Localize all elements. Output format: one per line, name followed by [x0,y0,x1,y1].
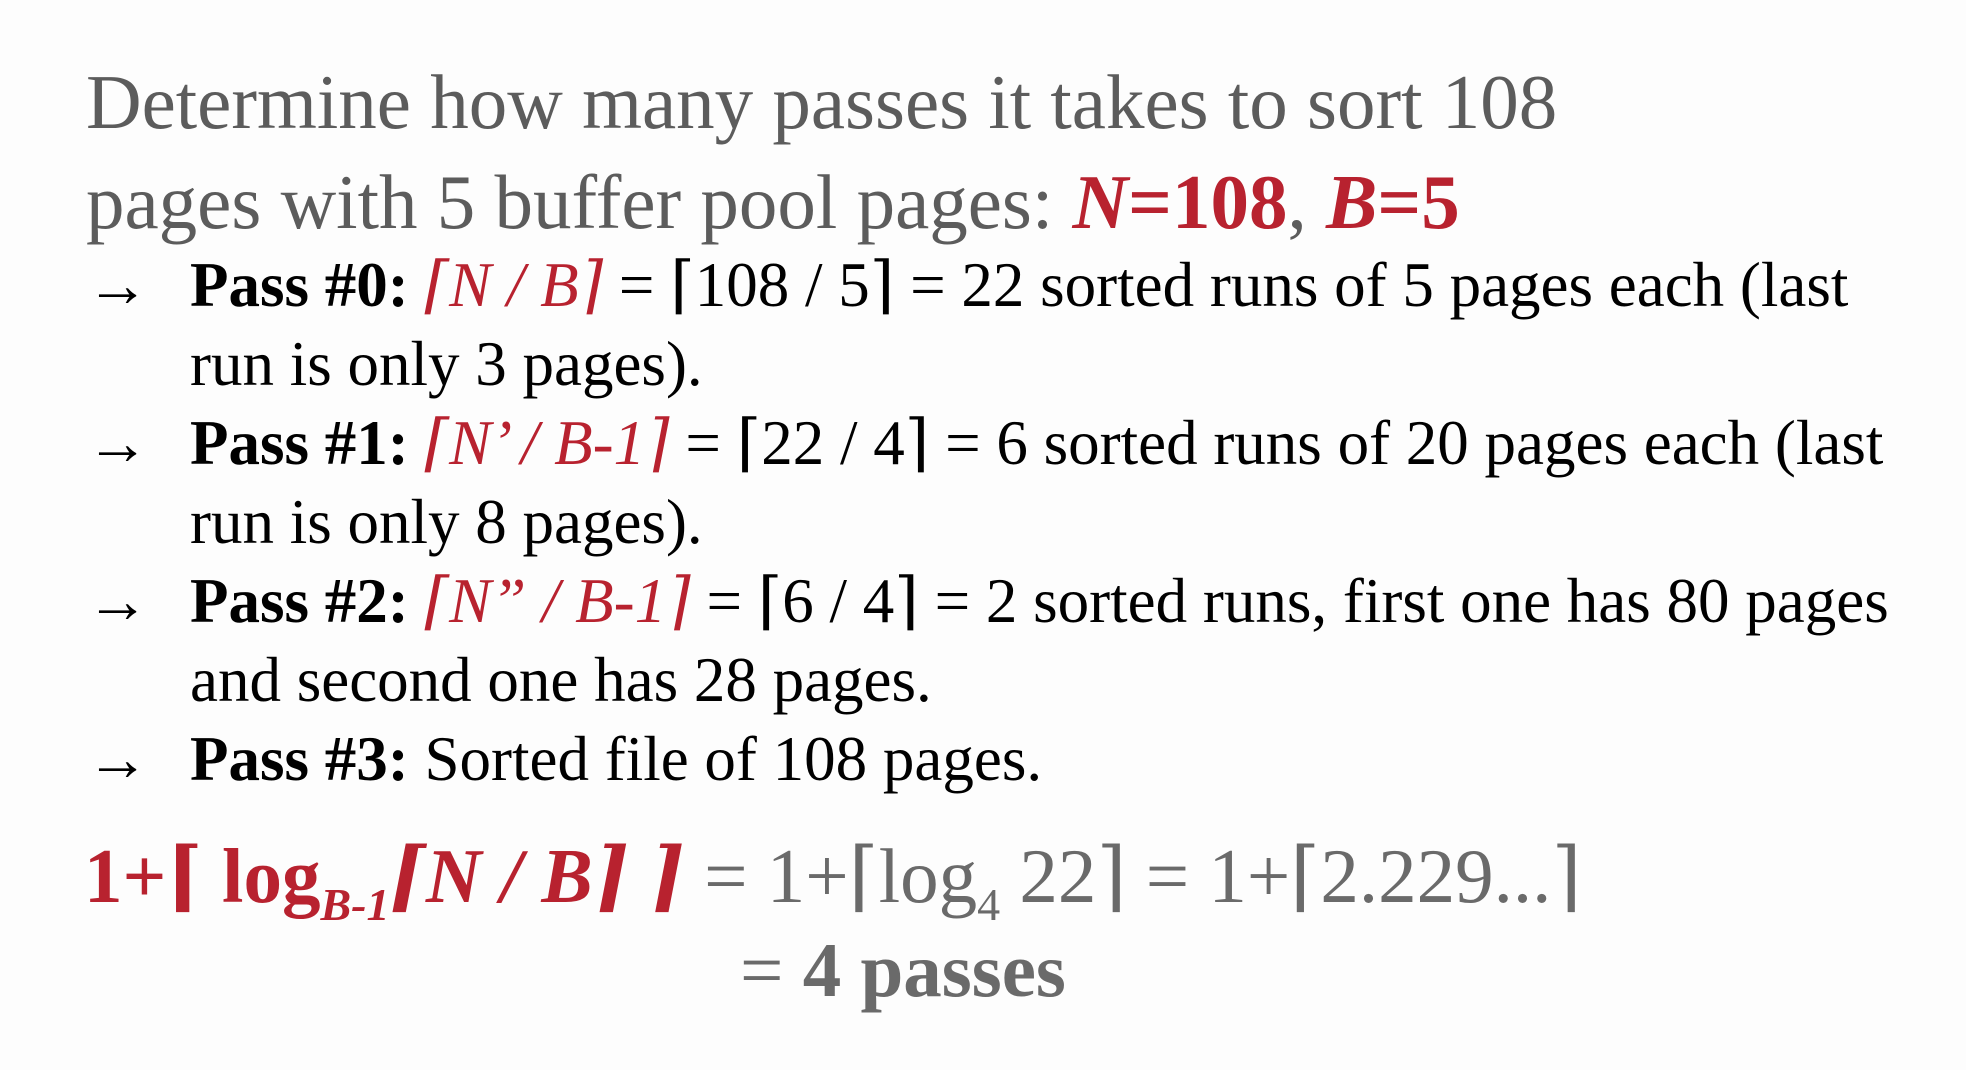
formula-log-base: B-1 [320,879,390,930]
total-passes-formula: 1+⌈ logB-1⌈N / B⌉ ⌉ = 1+⌈log4 22⌉ = 1+⌈2… [84,826,1582,928]
pass-label: Pass #0: [190,250,409,320]
arrow-icon: → [86,250,149,320]
pass-label: Pass #3: [190,724,409,794]
pass-label: Pass #2: [190,566,409,636]
formula-inner: ⌈N / B⌉ ⌉ [389,833,685,919]
pass-list: → Pass #0: ⌈N / B⌉ = ⌈108 / 5⌉ = 22 sort… [86,246,1946,799]
pass-item: → Pass #0: ⌈N / B⌉ = ⌈108 / 5⌉ = 22 sort… [86,246,1946,404]
intro-text: Determine how many passes it takes to so… [86,52,1906,252]
arrow-icon: → [86,408,149,478]
intro-line2: pages with 5 buffer pool pages: [86,159,1073,245]
comma: , [1287,159,1327,245]
result-equals: = [740,927,803,1013]
formula-prefix: 1+⌈ log [84,833,321,919]
pass-item: → Pass #2: ⌈N” / B-1⌉ = ⌈6 / 4⌉ = 2 sort… [86,562,1946,720]
b-value: =5 [1377,159,1460,245]
result-line: = 4 passes [740,920,1066,1020]
pass-label: Pass #1: [190,408,409,478]
slide: Determine how many passes it takes to so… [0,0,1966,1070]
pass-description: Sorted file of 108 pages. [408,724,1043,794]
arrow-icon: → [86,724,149,794]
pass-formula: ⌈N’ / B-1⌉ [424,408,670,478]
formula-eval-prefix: = 1+⌈log [684,833,978,919]
intro-line1: Determine how many passes it takes to so… [86,59,1558,145]
n-label: N [1072,159,1129,245]
pass-item: → Pass #3: Sorted file of 108 pages. [86,720,1946,799]
n-value: =108 [1128,159,1288,245]
pass-formula: ⌈N / B⌉ [424,250,604,320]
b-label: B [1326,159,1378,245]
arrow-icon: → [86,566,149,636]
pass-item: → Pass #1: ⌈N’ / B-1⌉ = ⌈22 / 4⌉ = 6 sor… [86,404,1946,562]
result-value: 4 passes [802,927,1066,1013]
pass-formula: ⌈N” / B-1⌉ [424,566,691,636]
formula-eval-rest: 22⌉ = 1+⌈2.229...⌉ [1000,833,1582,919]
